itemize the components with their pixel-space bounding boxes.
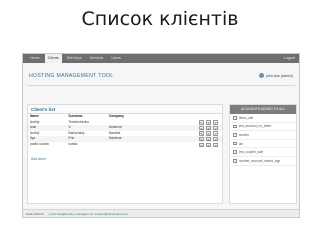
top-navbar: Home Clients Sell Keys Services Users Lo… bbox=[23, 54, 299, 63]
account-checkbox[interactable] bbox=[233, 116, 237, 120]
delete-icon[interactable]: ✕ bbox=[206, 125, 211, 131]
open-icon[interactable]: ➚ bbox=[213, 136, 218, 142]
app-title: HOSTING MANAGEMENT TOOL bbox=[29, 73, 114, 79]
footer-bar: build 2014.07 + john.doe@hosting-manager… bbox=[23, 209, 299, 217]
nav-tab-sell-keys[interactable]: Sell Keys bbox=[64, 54, 85, 63]
table-row[interactable]: public cvizan vorkia ✎ ✕ ➚ bbox=[28, 142, 222, 148]
footer-links[interactable]: + john.doe@hosting-manager.com support@h… bbox=[48, 212, 127, 216]
edit-icon[interactable]: ✎ bbox=[199, 142, 204, 147]
account-label: number_account_sorted_mgr bbox=[238, 158, 281, 163]
nav-tab-clients[interactable]: Clients bbox=[44, 54, 62, 63]
account-label: test_zoophil_sale bbox=[238, 150, 264, 155]
delete-icon[interactable]: ✕ bbox=[206, 120, 211, 125]
account-checkbox[interactable] bbox=[233, 124, 237, 129]
open-icon[interactable]: ➚ bbox=[213, 142, 218, 147]
account-checkbox[interactable] bbox=[233, 133, 237, 137]
account-item[interactable]: number_account_sorted_mgr bbox=[230, 157, 296, 166]
clients-table: Name Surname Company Andriy Tereshchenko… bbox=[28, 114, 222, 148]
account-item[interactable]: test_zoophil_sale bbox=[230, 148, 296, 157]
edit-icon[interactable]: ✎ bbox=[199, 125, 204, 131]
open-icon[interactable]: ➚ bbox=[213, 120, 218, 125]
app-header: HOSTING MANAGEMENT TOOL john.doe (admin) bbox=[23, 63, 299, 85]
delete-icon[interactable]: ✕ bbox=[206, 131, 211, 136]
accounts-panel: ACCOUNTS ADDED TO ALL demo_site test_acc… bbox=[229, 104, 297, 204]
open-icon[interactable]: ➚ bbox=[213, 125, 218, 131]
logout-link[interactable]: Logout bbox=[284, 54, 295, 63]
account-checkbox[interactable] bbox=[233, 150, 237, 154]
account-label: demo_site bbox=[238, 115, 254, 120]
accounts-panel-title: ACCOUNTS ADDED TO ALL bbox=[230, 105, 296, 114]
edit-icon[interactable]: ✎ bbox=[199, 136, 204, 142]
header-divider bbox=[27, 85, 295, 86]
edit-icon[interactable]: ✎ bbox=[199, 120, 204, 125]
open-icon[interactable]: ➚ bbox=[213, 131, 218, 136]
account-item[interactable]: boxinfo bbox=[230, 131, 296, 140]
account-item[interactable]: lab bbox=[230, 140, 296, 149]
main-content: Client's list Name Surname Company Andri… bbox=[27, 90, 297, 206]
account-item[interactable]: test_account_no_client bbox=[230, 123, 296, 132]
account-checkbox[interactable] bbox=[233, 158, 237, 163]
user-info[interactable]: john.doe (admin) bbox=[259, 73, 293, 78]
user-icon bbox=[259, 73, 265, 78]
account-label: test_account_no_client bbox=[238, 124, 272, 129]
slide-title: Список клієнтів bbox=[81, 8, 239, 30]
nav-tab-users[interactable]: Users bbox=[108, 54, 123, 63]
clients-panel: Client's list Name Surname Company Andri… bbox=[27, 104, 223, 204]
cell-surname: vorkia bbox=[68, 141, 78, 146]
user-label: john.doe (admin) bbox=[266, 73, 293, 78]
add-client-link[interactable]: Add client bbox=[31, 157, 45, 161]
clients-panel-title: Client's list bbox=[28, 105, 222, 114]
edit-icon[interactable]: ✎ bbox=[199, 131, 204, 136]
footer-version: build 2014.07 bbox=[26, 211, 45, 216]
account-item[interactable]: demo_site bbox=[230, 114, 296, 123]
cell-name: public cvizan bbox=[30, 141, 49, 146]
account-label: lab bbox=[238, 141, 243, 146]
delete-icon[interactable]: ✕ bbox=[206, 136, 211, 142]
delete-icon[interactable]: ✕ bbox=[206, 142, 211, 147]
app-screenshot: Home Clients Sell Keys Services Users Lo… bbox=[22, 53, 300, 218]
account-checkbox[interactable] bbox=[233, 141, 237, 146]
cell-company bbox=[107, 142, 147, 148]
account-label: boxinfo bbox=[238, 132, 249, 137]
nav-tab-home[interactable]: Home bbox=[27, 54, 43, 63]
nav-tab-services[interactable]: Services bbox=[87, 54, 107, 63]
